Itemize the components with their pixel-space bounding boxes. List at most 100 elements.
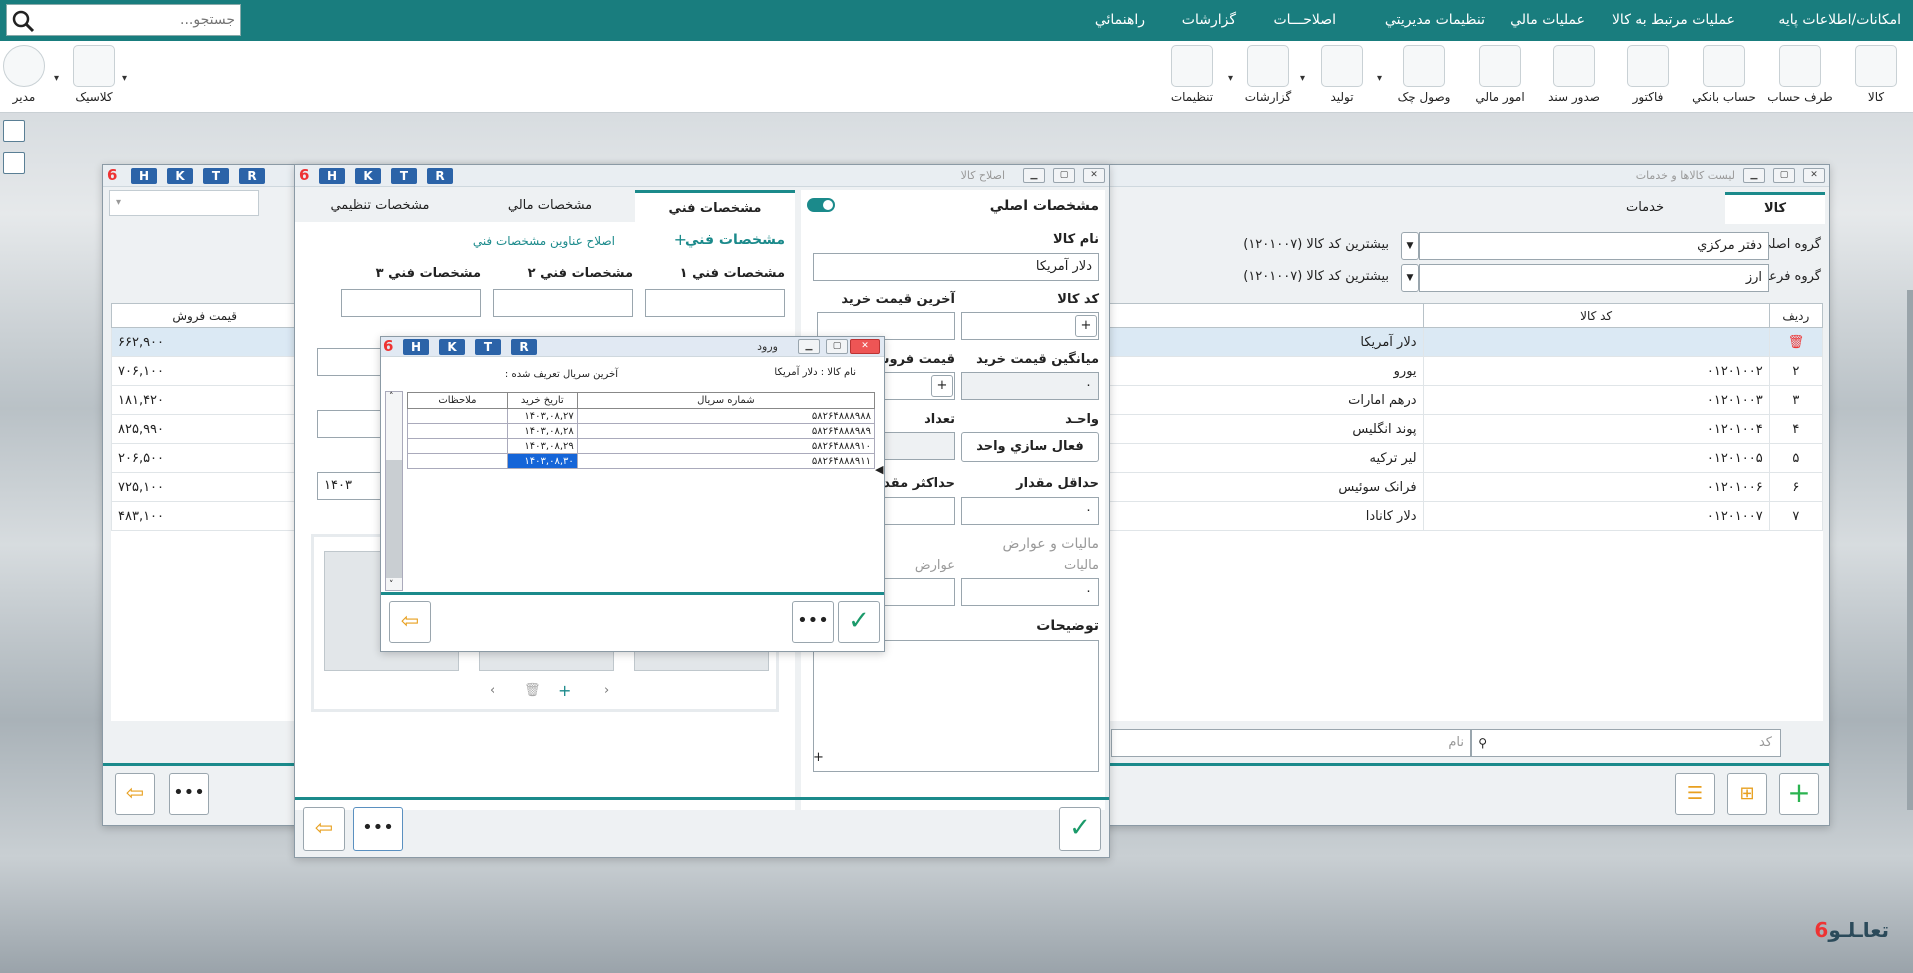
- cell-notes[interactable]: [407, 423, 508, 439]
- description-field[interactable]: [813, 640, 1099, 772]
- toolbar-production-button[interactable]: توليد: [1306, 45, 1378, 104]
- cell-serial[interactable]: ۵۸۲۶۴۸۸۸۹۸۸: [576, 408, 876, 424]
- spec1-field[interactable]: [645, 289, 785, 317]
- chevron-down-icon[interactable]: ˅: [389, 580, 394, 590]
- more-button[interactable]: •••: [169, 773, 209, 815]
- col-price[interactable]: قيمت فروش: [110, 303, 299, 328]
- col-index[interactable]: رديف: [1768, 303, 1824, 328]
- k-button[interactable]: K: [167, 168, 193, 184]
- cell-serial[interactable]: ۵۸۲۶۴۸۸۸۹۱۰: [576, 438, 876, 454]
- scrollbar[interactable]: ˄ ˅: [385, 391, 403, 591]
- exit-button[interactable]: ⇦: [389, 601, 431, 643]
- cell-date[interactable]: ۱۴۰۳,۰۸,۳۰: [506, 453, 578, 469]
- toolbar-settings-button[interactable]: تنظيمات: [1156, 45, 1228, 104]
- filter-code-input[interactable]: کد: [1471, 729, 1781, 757]
- confirm-button[interactable]: ✓: [1059, 807, 1101, 851]
- add-icon[interactable]: +: [674, 230, 687, 249]
- search-input[interactable]: [41, 5, 239, 35]
- maximize-button[interactable]: ▢: [1773, 168, 1795, 183]
- trash-icon[interactable]: 🗑: [524, 683, 541, 698]
- cell-notes[interactable]: [407, 438, 508, 454]
- tab-goods[interactable]: کالا: [1725, 192, 1825, 224]
- toolbar-classic-button[interactable]: کلاسيک: [58, 45, 130, 104]
- min-field[interactable]: ۰: [961, 497, 1099, 525]
- tab-technical[interactable]: مشخصات فني: [635, 190, 795, 222]
- exit-button[interactable]: ⇦: [115, 773, 155, 815]
- table-row[interactable]: ۱۴۰۳,۰۸,۲۹ ۵۸۲۶۴۸۸۸۹۱۰: [407, 438, 876, 454]
- col-notes[interactable]: ملاحظات: [407, 392, 508, 409]
- table-row[interactable]: ۱۴۰۳,۰۸,۳۰ ۵۸۲۶۴۸۸۸۹۱۱: [407, 453, 876, 469]
- r-button[interactable]: R: [427, 168, 453, 184]
- menu-corrections[interactable]: اصلاحـــات: [1273, 0, 1336, 41]
- toolbar-user-button[interactable]: مدير: [0, 45, 60, 104]
- profile-icon[interactable]: [3, 152, 25, 174]
- tax-field[interactable]: ۰: [961, 578, 1099, 606]
- search-icon[interactable]: ⚲: [1478, 736, 1487, 750]
- chevron-down-icon[interactable]: ▼: [1401, 232, 1419, 260]
- h-button[interactable]: H: [131, 168, 157, 184]
- cell-serial[interactable]: ۵۸۲۶۴۸۸۸۹۱۱: [576, 453, 876, 469]
- chevron-down-icon[interactable]: ▾: [1228, 73, 1233, 84]
- add-sale-button[interactable]: +: [931, 375, 953, 397]
- confirm-button[interactable]: ✓: [838, 601, 880, 643]
- cell-notes[interactable]: [407, 453, 508, 469]
- group-main-field[interactable]: دفتر مرکزي: [1419, 232, 1769, 260]
- tree-button[interactable]: ⊞: [1727, 773, 1767, 815]
- toolbar-invoice-button[interactable]: فاکتور: [1612, 45, 1684, 104]
- add-button[interactable]: +: [1779, 773, 1819, 815]
- cell-date[interactable]: ۱۴۰۳,۰۸,۲۷: [506, 408, 578, 424]
- search-icon[interactable]: [11, 9, 35, 33]
- spec3-field[interactable]: [341, 289, 481, 317]
- tab-services[interactable]: خدمات: [1565, 192, 1725, 224]
- k-button[interactable]: K: [439, 339, 465, 355]
- toolbar-goods-button[interactable]: کالا: [1840, 45, 1912, 104]
- chevron-left-icon[interactable]: ‹: [490, 683, 495, 698]
- menu-item-ops[interactable]: عمليات مرتبط به کالا: [1612, 0, 1735, 41]
- menu-help[interactable]: راهنمائي: [1095, 0, 1145, 41]
- minimize-button[interactable]: ▁: [798, 339, 820, 354]
- toolbar-account-button[interactable]: طرف حساب: [1764, 45, 1836, 104]
- add-icon[interactable]: +: [813, 750, 824, 765]
- toolbar-bank-button[interactable]: حساب بانکي: [1688, 45, 1760, 104]
- t-button[interactable]: T: [475, 339, 501, 355]
- h-button[interactable]: H: [319, 168, 345, 184]
- minimize-button[interactable]: ▁: [1743, 168, 1765, 183]
- menu-financial[interactable]: عمليات مالي: [1510, 0, 1585, 41]
- chevron-down-icon[interactable]: ▾: [122, 73, 127, 84]
- tax-section-checkbox-label[interactable]: ماليات و عوارض: [1002, 536, 1099, 552]
- toggle-switch[interactable]: [807, 198, 835, 212]
- h-button[interactable]: H: [403, 339, 429, 355]
- t-button[interactable]: T: [203, 168, 229, 184]
- scroll-thumb[interactable]: [386, 460, 402, 578]
- col-code[interactable]: کد کالا: [1422, 303, 1770, 328]
- edit-tech-titles-link[interactable]: اصلاح عناوين مشخصات فني: [473, 234, 615, 248]
- maximize-button[interactable]: ▢: [826, 339, 848, 354]
- k-button[interactable]: K: [355, 168, 381, 184]
- col-serial[interactable]: شماره سريال: [576, 392, 876, 409]
- chevron-down-icon[interactable]: ▾: [54, 73, 59, 84]
- toolbar-finance-button[interactable]: امور مالي: [1464, 45, 1536, 104]
- info-icon[interactable]: [3, 120, 25, 142]
- toolbar-cheque-button[interactable]: وصول چک: [1388, 45, 1460, 104]
- chevron-right-icon[interactable]: ›: [604, 683, 609, 698]
- group-sub-field[interactable]: ارز: [1419, 264, 1769, 292]
- add-code-button[interactable]: +: [1075, 315, 1097, 337]
- t-button[interactable]: T: [391, 168, 417, 184]
- menu-reports[interactable]: گزارشات: [1182, 0, 1236, 41]
- scrollbar[interactable]: [1907, 290, 1913, 810]
- tab-config[interactable]: مشخصات تنظيمي: [295, 190, 465, 222]
- r-button[interactable]: R: [511, 339, 537, 355]
- chevron-down-icon[interactable]: ▼: [1401, 264, 1419, 292]
- tab-financial[interactable]: مشخصات مالي: [465, 190, 635, 222]
- add-icon[interactable]: +: [558, 681, 571, 700]
- exit-button[interactable]: ⇦: [303, 807, 345, 851]
- cell-date[interactable]: ۱۴۰۳,۰۸,۲۹: [506, 438, 578, 454]
- cell-serial[interactable]: ۵۸۲۶۴۸۸۸۹۸۹: [576, 423, 876, 439]
- name-field[interactable]: دلار آمريکا: [813, 253, 1099, 281]
- menu-admin-settings[interactable]: تنظيمات مديريتي: [1385, 0, 1485, 41]
- menu-basic[interactable]: امکانات/اطلاعات پايه: [1778, 0, 1901, 41]
- r-button[interactable]: R: [239, 168, 265, 184]
- filter-name-input[interactable]: نام: [1111, 729, 1471, 757]
- close-button[interactable]: ✕: [1803, 168, 1825, 183]
- more-button[interactable]: •••: [353, 807, 403, 851]
